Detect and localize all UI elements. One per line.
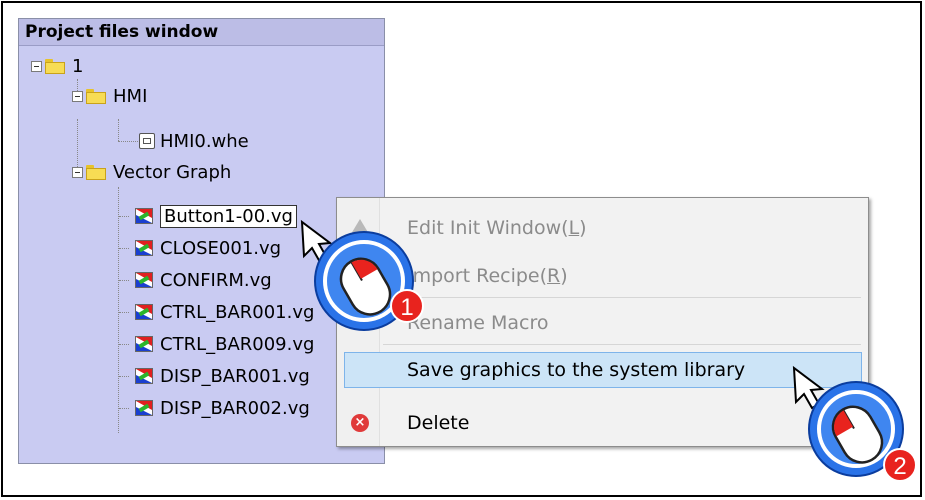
vector-graph-icon bbox=[135, 336, 153, 352]
collapse-toggle-icon[interactable] bbox=[31, 60, 42, 72]
tree-node-label: HMI0.whe bbox=[160, 130, 249, 152]
tree-node-hmi0-whe[interactable]: HMI0.whe bbox=[139, 126, 249, 156]
tree-node-confirm[interactable]: CONFIRM.vg bbox=[119, 265, 272, 295]
tree-node-label: CONFIRM.vg bbox=[160, 269, 272, 291]
folder-icon bbox=[86, 164, 106, 180]
vector-graph-icon bbox=[135, 304, 153, 320]
hmi-file-icon bbox=[139, 133, 155, 149]
tree-connector bbox=[119, 375, 129, 377]
menu-separator bbox=[383, 344, 861, 345]
tree-connector bbox=[118, 141, 138, 142]
vector-graph-icon bbox=[135, 240, 153, 256]
tree-connector bbox=[119, 247, 129, 249]
step-badge-2: 2 bbox=[883, 448, 917, 482]
tree-connector bbox=[119, 279, 129, 281]
tree-node-label: CTRL_BAR001.vg bbox=[160, 301, 315, 323]
vector-graph-icon bbox=[135, 272, 153, 288]
menu-item-import-recipe[interactable]: Import Recipe(R) bbox=[339, 258, 865, 294]
tree-node-root[interactable]: 1 bbox=[31, 51, 83, 81]
tree-connector bbox=[119, 343, 129, 345]
menu-item-label: Save graphics to the system library bbox=[407, 359, 746, 381]
panel-title: Project files window bbox=[19, 19, 384, 46]
tree-node-label: DISP_BAR001.vg bbox=[160, 365, 310, 387]
tree-node-label: 1 bbox=[72, 55, 84, 77]
tree-connector bbox=[119, 311, 129, 313]
menu-item-label: Rename Macro bbox=[407, 312, 549, 334]
tree-node-ctrl-bar001[interactable]: CTRL_BAR001.vg bbox=[119, 297, 314, 327]
vector-graph-icon bbox=[135, 400, 153, 416]
tree-node-hmi[interactable]: HMI bbox=[72, 81, 147, 111]
tree-connector bbox=[119, 215, 129, 217]
tree-node-label: Vector Graph bbox=[113, 161, 232, 183]
delete-icon: × bbox=[351, 414, 369, 432]
tree-node-disp-bar002[interactable]: DISP_BAR002.vg bbox=[119, 393, 310, 423]
vector-graph-icon bbox=[135, 368, 153, 384]
folder-icon bbox=[86, 88, 106, 104]
menu-separator bbox=[383, 297, 861, 298]
menu-item-label: Edit Init Window(L) bbox=[407, 217, 587, 239]
tree-node-label: DISP_BAR002.vg bbox=[160, 397, 310, 419]
menu-item-save-graphics-to-system-library[interactable]: Save graphics to the system library bbox=[344, 352, 862, 388]
tree-node-vector-graph[interactable]: Vector Graph bbox=[72, 157, 231, 187]
tree-node-ctrl-bar009[interactable]: CTRL_BAR009.vg bbox=[119, 329, 314, 359]
menu-item-label: Delete bbox=[407, 412, 470, 434]
tree-node-label: CTRL_BAR009.vg bbox=[160, 333, 315, 355]
collapse-toggle-icon[interactable] bbox=[72, 90, 83, 102]
menu-item-delete[interactable]: × Delete bbox=[339, 405, 865, 441]
menu-item-label: Import Recipe(R) bbox=[407, 265, 568, 287]
tree-node-label: HMI bbox=[113, 85, 148, 107]
folder-icon bbox=[45, 58, 65, 74]
tree-node-button1-00[interactable]: Button1-00.vg bbox=[119, 201, 297, 231]
step-badge-1: 1 bbox=[390, 289, 424, 323]
tree-node-close001[interactable]: CLOSE001.vg bbox=[119, 233, 281, 263]
tree-connector bbox=[119, 407, 129, 409]
tree-node-label-selected: Button1-00.vg bbox=[160, 204, 297, 228]
tree-connector bbox=[118, 119, 119, 141]
menu-item-edit-init-window[interactable]: Edit Init Window(L) bbox=[339, 210, 865, 246]
collapse-toggle-icon[interactable] bbox=[72, 166, 83, 178]
tree-node-label: CLOSE001.vg bbox=[160, 237, 282, 259]
vector-graph-icon bbox=[135, 208, 153, 224]
tree-node-disp-bar001[interactable]: DISP_BAR001.vg bbox=[119, 361, 310, 391]
